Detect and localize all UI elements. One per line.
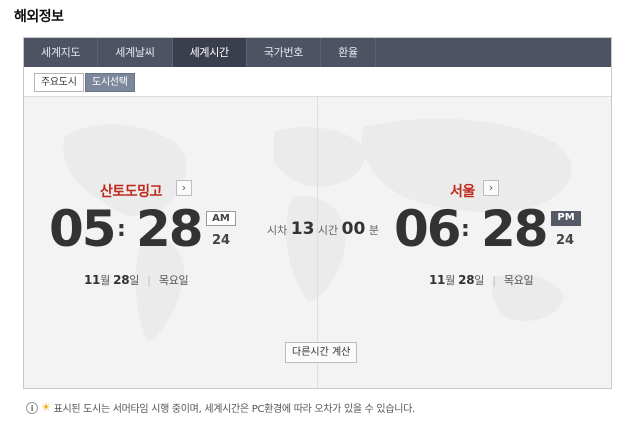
tab-exchange-rate[interactable]: 환율 bbox=[321, 38, 376, 67]
left-month: 11 bbox=[84, 273, 101, 287]
sub-tabs: 주요도시 도시선택 bbox=[24, 67, 611, 97]
left-hour: 05 bbox=[49, 200, 117, 258]
left-day-unit: 일 bbox=[129, 274, 140, 287]
info-icon: i bbox=[26, 401, 38, 414]
left-colon: : bbox=[117, 217, 126, 242]
right-month-unit: 월 bbox=[445, 274, 455, 287]
sun-icon: ☀ bbox=[41, 400, 51, 414]
right-date: 11월 28일 | 목요일 bbox=[429, 272, 534, 288]
time-diff-hours: 13 bbox=[290, 219, 315, 239]
left-city-name: 산토도밍고 bbox=[100, 184, 162, 200]
left-minute: 28 bbox=[136, 200, 204, 258]
right-ampm-badge: PM bbox=[551, 211, 581, 226]
tab-world-time[interactable]: 세계시간 bbox=[172, 38, 247, 67]
left-seconds: 24 bbox=[212, 233, 231, 248]
subtab-major-cities[interactable]: 주요도시 bbox=[34, 73, 84, 92]
right-city-select-button[interactable]: › bbox=[483, 180, 499, 196]
right-city-name: 서울 bbox=[450, 184, 475, 200]
tab-country-code[interactable]: 국가번호 bbox=[247, 38, 322, 67]
date-separator: | bbox=[492, 274, 496, 287]
right-day-unit: 일 bbox=[474, 274, 485, 287]
right-day: 28 bbox=[458, 273, 475, 287]
right-minute: 28 bbox=[481, 200, 549, 258]
time-diff-hours-unit: 시간 bbox=[317, 224, 339, 237]
time-diff-minutes-unit: 분 bbox=[368, 224, 379, 237]
right-month: 11 bbox=[429, 273, 446, 287]
time-diff-label: 시차 bbox=[267, 224, 288, 237]
time-difference: 시차 13 시간 00 분 bbox=[267, 219, 379, 239]
tab-world-weather[interactable]: 세계날씨 bbox=[98, 38, 173, 67]
world-map-area: 산토도밍고 › 05 : 28 AM 24 11월 28일 | 목요일 시차 1… bbox=[24, 97, 611, 388]
right-seconds: 24 bbox=[556, 233, 575, 248]
notice-text: 표시된 도시는 서머타임 시행 중이며, 세계시간은 PC환경에 따라 오차가 … bbox=[53, 404, 416, 415]
main-tabs: 세계지도 세계날씨 세계시간 국가번호 환율 bbox=[24, 38, 611, 68]
left-city-select-button[interactable]: › bbox=[176, 180, 192, 196]
right-colon: : bbox=[461, 217, 470, 242]
chevron-right-icon: › bbox=[181, 181, 187, 194]
date-separator: | bbox=[147, 274, 151, 287]
right-hour: 06 bbox=[394, 200, 462, 258]
left-date: 11월 28일 | 목요일 bbox=[84, 272, 189, 288]
time-diff-minutes: 00 bbox=[341, 219, 366, 239]
right-weekday: 목요일 bbox=[503, 274, 534, 287]
subtab-select-city[interactable]: 도시선택 bbox=[85, 73, 135, 92]
tab-world-map[interactable]: 세계지도 bbox=[24, 38, 99, 67]
notice: i ☀ 표시된 도시는 서머타임 시행 중이며, 세계시간은 PC환경에 따라 … bbox=[26, 400, 415, 415]
left-weekday: 목요일 bbox=[158, 274, 189, 287]
left-ampm-badge: AM bbox=[206, 211, 236, 226]
left-day: 28 bbox=[113, 273, 130, 287]
page-title: 해외정보 bbox=[14, 9, 64, 25]
calculate-other-time-button[interactable]: 다른시간 계산 bbox=[285, 342, 358, 363]
world-time-widget: 세계지도 세계날씨 세계시간 국가번호 환율 주요도시 도시선택 산토도밍고 ›… bbox=[23, 37, 612, 389]
chevron-right-icon: › bbox=[488, 181, 494, 194]
left-month-unit: 월 bbox=[100, 274, 110, 287]
